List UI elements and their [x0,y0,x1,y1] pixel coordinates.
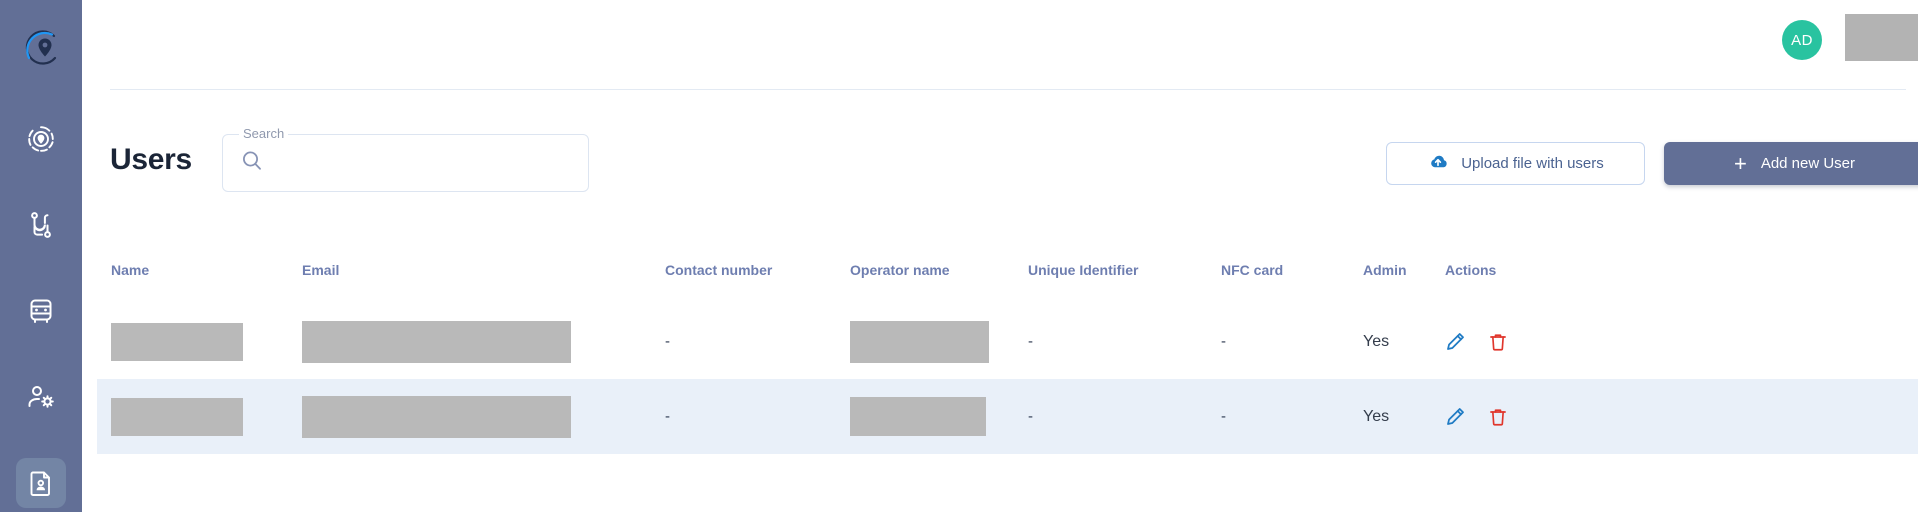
email-redacted [302,395,571,438]
id-document-icon [27,469,55,497]
column-header-nfc: NFC card [1221,262,1284,278]
add-new-user-button[interactable]: + Add new User [1664,142,1918,185]
cell-nfc-card: - [1221,333,1226,350]
header-divider [110,89,1906,90]
cell-nfc-card: - [1221,408,1226,425]
search-input[interactable] [274,135,574,189]
sidebar-item-zones[interactable] [16,114,66,164]
user-name-redacted [1845,14,1918,61]
cloud-upload-icon [1427,151,1449,176]
edit-icon[interactable] [1445,331,1466,352]
operator-redacted [850,320,989,363]
name-redacted [111,397,243,436]
column-header-actions: Actions [1445,262,1497,278]
column-header-contact: Contact number [665,262,773,278]
table-row[interactable]: - - - Yes [97,304,1918,379]
search-field: Search [222,126,589,192]
delete-icon[interactable] [1488,332,1508,352]
add-button-label: Add new User [1760,155,1856,172]
location-pin-circle-icon [18,25,64,76]
sidebar-item-vehicles[interactable] [16,286,66,336]
edit-icon[interactable] [1445,406,1466,427]
user-settings-icon [26,382,56,412]
app-logo[interactable] [15,24,67,76]
search-icon [240,149,266,175]
cell-actions [1445,379,1625,454]
operator-redacted [850,397,986,436]
cell-unique-identifier: - [1028,333,1033,350]
avatar[interactable]: AD [1782,20,1822,60]
sidebar-item-operators[interactable] [16,372,66,422]
sidebar [0,0,82,512]
email-redacted [302,320,571,363]
upload-file-with-users-button[interactable]: Upload file with users [1386,142,1645,185]
delete-icon[interactable] [1488,407,1508,427]
users-page: AD Users Search Upload file with users +… [0,0,1918,512]
sidebar-item-users[interactable] [16,458,66,508]
upload-button-label: Upload file with users [1461,155,1604,172]
route-path-icon [26,210,56,240]
cell-contact-number: - [665,333,670,350]
plus-icon: + [1733,150,1747,176]
name-redacted [111,322,243,361]
table-row[interactable]: - - - Yes [97,379,1918,454]
top-header: AD [82,0,1918,90]
users-table: Name Email Contact number Operator name … [97,262,1918,454]
table-header-row: Name Email Contact number Operator name … [97,262,1918,304]
cell-contact-number: - [665,408,670,425]
cell-actions [1445,304,1625,379]
page-title: Users [110,143,192,176]
column-header-uid: Unique Identifier [1028,262,1139,278]
cell-unique-identifier: - [1028,408,1033,425]
bus-icon [26,296,56,326]
sidebar-item-routes[interactable] [16,200,66,250]
target-location-icon [26,124,56,154]
